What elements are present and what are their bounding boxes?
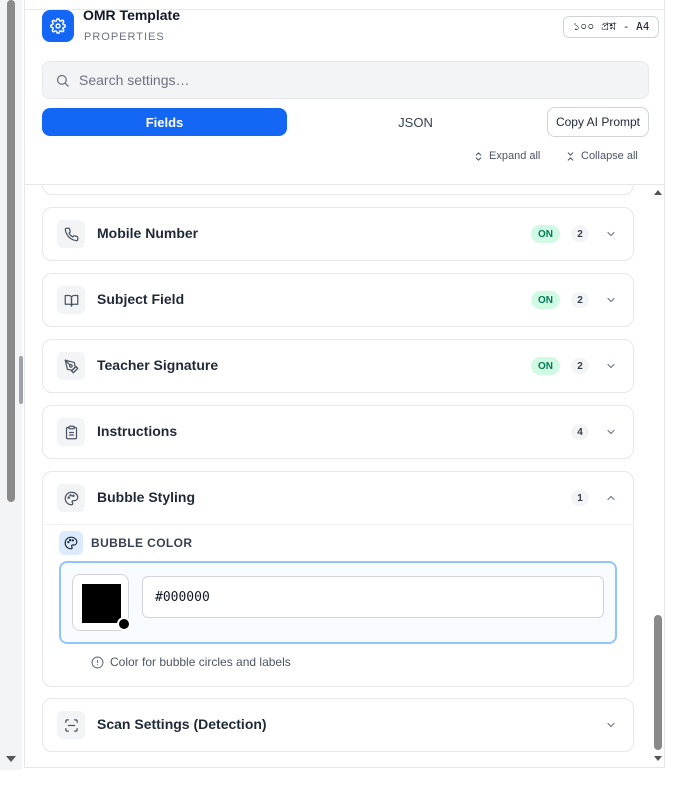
section-header[interactable]: Teacher Signature ON 2 — [43, 340, 633, 392]
hint-text: Color for bubble circles and labels — [110, 655, 291, 669]
hex-color-input[interactable] — [142, 576, 604, 618]
expand-all-button[interactable]: Expand all — [473, 150, 540, 162]
copy-ai-prompt-button[interactable]: Copy AI Prompt — [547, 107, 649, 137]
bubble-styling-body: BUBBLE COLOR Color for bubble circles an… — [43, 524, 633, 686]
section-title: Instructions — [97, 423, 178, 439]
collapse-all-label: Collapse all — [581, 150, 638, 162]
chevron-down-icon[interactable] — [605, 360, 617, 372]
section-mobile-number[interactable]: Mobile Number ON 2 — [42, 207, 634, 261]
gear-icon — [42, 10, 74, 42]
chevron-down-icon[interactable] — [605, 719, 617, 731]
color-indicator-dot — [117, 617, 131, 631]
count-badge: 2 — [571, 292, 589, 308]
collapse-all-button[interactable]: Collapse all — [565, 150, 638, 162]
color-swatch[interactable] — [82, 584, 121, 623]
pen-icon — [57, 352, 85, 380]
status-badge: ON — [531, 357, 560, 375]
count-badge: 2 — [571, 358, 589, 374]
properties-panel: OMR Template PROPERTIES ১০০ প্রশ্ন - A4 … — [24, 0, 665, 768]
section-title: Bubble Styling — [97, 489, 195, 505]
section-title: Teacher Signature — [97, 357, 219, 373]
clipboard-icon — [57, 418, 85, 446]
page-scrollbar-thumb[interactable] — [7, 0, 15, 502]
expand-all-label: Expand all — [489, 150, 541, 162]
count-badge: 1 — [571, 490, 589, 506]
status-badge: ON — [531, 225, 560, 243]
book-open-icon — [57, 286, 85, 314]
section-header[interactable]: Mobile Number ON 2 — [43, 208, 633, 260]
settings-list: Mobile Number ON 2 Subject Field ON 2 Te… — [25, 155, 664, 767]
section-instructions[interactable]: Instructions 4 — [42, 405, 634, 459]
color-field — [59, 561, 617, 644]
section-teacher-signature[interactable]: Teacher Signature ON 2 — [42, 339, 634, 393]
section-header[interactable]: Instructions 4 — [43, 406, 633, 458]
field-hint: Color for bubble circles and labels — [91, 655, 291, 669]
palette-icon — [59, 531, 83, 555]
resize-handle[interactable] — [19, 356, 23, 404]
chevron-up-icon[interactable] — [605, 492, 617, 504]
section-header[interactable]: Subject Field ON 2 — [43, 274, 633, 326]
section-title: Scan Settings (Detection) — [97, 716, 267, 732]
template-size-badge[interactable]: ১০০ প্রশ্ন - A4 — [563, 16, 660, 38]
list-scrollbar-thumb[interactable] — [654, 615, 662, 750]
list-scrollbar[interactable] — [651, 185, 664, 767]
field-label-row: BUBBLE COLOR — [59, 531, 192, 555]
section-bubble-styling[interactable]: Bubble Styling 1 BUBBLE COLOR #000000 Co… — [42, 471, 634, 687]
section-title: Subject Field — [97, 291, 185, 307]
count-badge: 2 — [571, 226, 589, 242]
panel-subtitle: PROPERTIES — [84, 31, 165, 43]
panel-title: OMR Template — [83, 7, 180, 23]
palette-icon — [57, 484, 85, 512]
chevron-down-icon[interactable] — [605, 294, 617, 306]
section-subject-field[interactable]: Subject Field ON 2 — [42, 273, 634, 327]
panel-header: OMR Template PROPERTIES ১০০ প্রশ্ন - A4 … — [25, 0, 664, 185]
tab-json[interactable]: JSON — [293, 108, 538, 136]
scroll-up-arrow[interactable] — [654, 190, 662, 195]
section-header[interactable]: Bubble Styling 1 — [43, 472, 633, 524]
tab-fields[interactable]: Fields — [42, 108, 287, 136]
bubble-color-label: BUBBLE COLOR — [91, 536, 193, 550]
section-scan-settings[interactable]: Scan Settings (Detection) — [42, 698, 634, 752]
chevron-down-icon[interactable] — [605, 228, 617, 240]
chevrons-up-down-icon — [475, 151, 482, 161]
search-box[interactable] — [42, 61, 649, 99]
scan-icon — [57, 711, 85, 739]
section-header[interactable]: Scan Settings (Detection) — [43, 699, 633, 751]
search-input[interactable] — [79, 62, 639, 98]
section-title: Mobile Number — [97, 225, 199, 241]
info-icon — [91, 656, 104, 668]
phone-icon — [57, 220, 85, 248]
page-scroll-down-arrow[interactable] — [6, 756, 16, 762]
status-badge: ON — [531, 291, 560, 309]
chevron-down-icon[interactable] — [605, 426, 617, 438]
count-badge: 4 — [571, 424, 589, 440]
search-icon — [56, 74, 69, 87]
chevrons-down-up-icon — [567, 151, 574, 161]
scroll-down-arrow[interactable] — [654, 756, 662, 761]
